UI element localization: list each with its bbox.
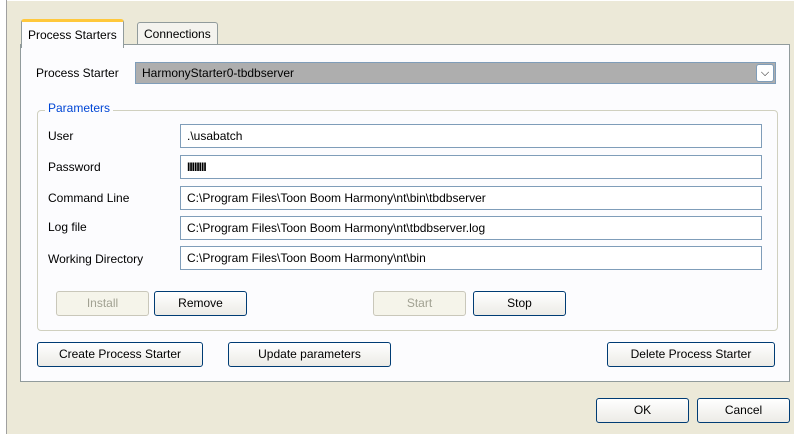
ok-button[interactable]: OK	[596, 398, 689, 423]
top-border	[0, 0, 794, 1]
tab-connections[interactable]: Connections	[137, 22, 218, 45]
log-file-field[interactable]: C:\Program Files\Toon Boom Harmony\nt\tb…	[180, 216, 762, 240]
working-directory-field[interactable]: C:\Program Files\Toon Boom Harmony\nt\bi…	[180, 246, 762, 270]
user-field[interactable]: .\usabatch	[180, 124, 762, 148]
update-parameters-button[interactable]: Update parameters	[228, 342, 391, 367]
create-process-starter-button[interactable]: Create Process Starter	[37, 342, 203, 367]
working-directory-label: Working Directory	[48, 252, 144, 266]
stop-button[interactable]: Stop	[473, 291, 566, 316]
install-button[interactable]: Install	[56, 291, 149, 316]
password-field[interactable]: IIIIIIII	[180, 155, 762, 179]
command-line-field[interactable]: C:\Program Files\Toon Boom Harmony\nt\bi…	[180, 186, 762, 210]
process-starter-value: HarmonyStarter0-tbdbserver	[142, 66, 295, 80]
remove-button[interactable]: Remove	[154, 291, 247, 316]
command-line-label: Command Line	[48, 191, 130, 205]
window-edge	[0, 0, 7, 434]
chevron-down-icon[interactable]: ⌵	[756, 64, 774, 82]
delete-process-starter-button[interactable]: Delete Process Starter	[607, 342, 775, 367]
dialog: Process Starters Connections Process Sta…	[0, 0, 794, 434]
password-label: Password	[48, 160, 101, 174]
parameters-title: Parameters	[45, 101, 114, 115]
user-label: User	[48, 129, 74, 143]
tab-process-starters[interactable]: Process Starters	[21, 19, 124, 48]
cancel-button[interactable]: Cancel	[697, 398, 790, 423]
process-starter-select[interactable]: HarmonyStarter0-tbdbserver ⌵	[135, 62, 776, 84]
process-starter-label: Process Starter	[36, 66, 119, 80]
start-button[interactable]: Start	[373, 291, 466, 316]
log-file-label: Log file	[48, 220, 87, 234]
